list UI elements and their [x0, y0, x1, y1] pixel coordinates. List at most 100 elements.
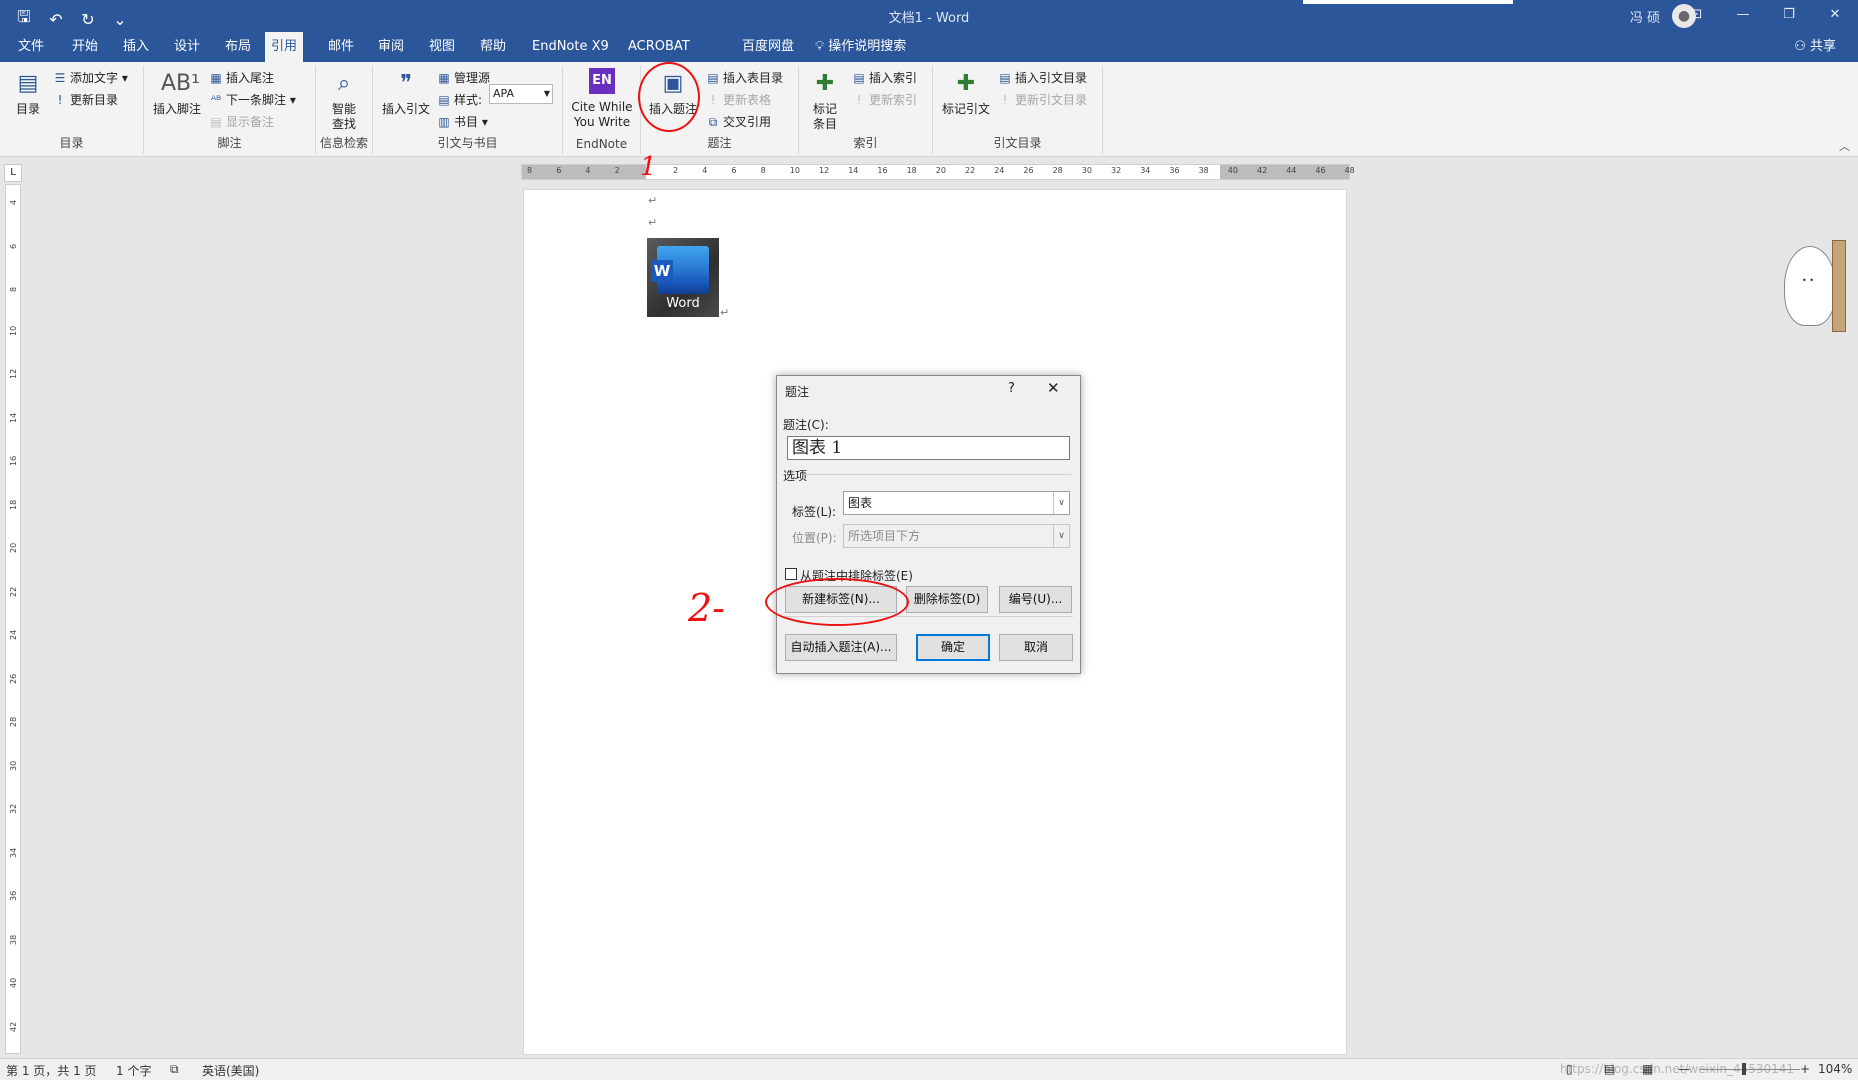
group-label-citations: 引文与书目: [437, 136, 498, 150]
web-layout-icon[interactable]: ▦: [1642, 1062, 1653, 1076]
ruler-tick: 30: [9, 760, 18, 771]
language-indicator[interactable]: 英语(美国): [202, 1062, 259, 1079]
ruler-tick: 22: [9, 586, 18, 597]
ruler-tick: 30: [1081, 166, 1092, 175]
ruler-tick: 34: [1140, 166, 1151, 175]
chevron-down-icon: ∨: [1053, 525, 1069, 547]
footnote-icon: AB¹: [161, 71, 200, 96]
insert-footnote-button[interactable]: AB¹ 插入脚注: [150, 68, 204, 117]
update-toc-button[interactable]: ! 更新目录: [52, 90, 118, 110]
tab-view[interactable]: 视图: [423, 32, 461, 62]
toc-button[interactable]: ▤ 目录: [8, 68, 48, 117]
tab-acrobat[interactable]: ACROBAT: [622, 32, 696, 62]
insert-index-button[interactable]: ▤ 插入索引: [851, 68, 917, 88]
group-label-index: 索引: [853, 136, 878, 150]
update-index-button[interactable]: ! 更新索引: [851, 90, 917, 110]
update-table-button[interactable]: ! 更新表格: [705, 90, 771, 110]
tab-references[interactable]: 引用: [265, 32, 304, 62]
read-mode-icon[interactable]: ▯: [1566, 1062, 1573, 1076]
ruler-tick: 34: [9, 847, 18, 858]
word-count[interactable]: 1 个字: [116, 1062, 151, 1079]
insert-citation-button[interactable]: ❞ 插入引文: [379, 68, 433, 117]
tab-home[interactable]: 开始: [66, 32, 104, 62]
tab-selector[interactable]: L: [4, 164, 22, 182]
tab-design[interactable]: 设计: [168, 32, 206, 62]
insert-table-of-figures-button[interactable]: ▤ 插入表目录: [705, 68, 783, 88]
update-table-icon: !: [710, 93, 716, 107]
ok-button[interactable]: 确定: [916, 634, 990, 661]
ruler-tick: 4: [9, 199, 18, 205]
label-select[interactable]: 图表 ∨: [843, 491, 1070, 515]
dialog-title: 题注: [785, 385, 810, 399]
page-count[interactable]: 第 1 页，共 1 页: [6, 1062, 97, 1079]
vertical-ruler[interactable]: 4 6 8 10 12 14 16 18 20 22 24 26 28 30 32 34 36 38 40 42: [5, 184, 21, 1054]
tab-review[interactable]: 审阅: [372, 32, 410, 62]
group-label-captions: 题注: [707, 136, 732, 150]
smart-lookup-icon: ⌕: [337, 71, 351, 96]
bibliography-button[interactable]: ▥ 书目 ▾: [436, 112, 488, 132]
autocaption-button[interactable]: 自动插入题注(A)...: [785, 634, 897, 661]
ruler-tick: 40: [1227, 166, 1238, 175]
ruler-tick: 10: [9, 325, 18, 336]
ruler-tick: 26: [9, 673, 18, 684]
ribbon-display-options-icon[interactable]: ⊡: [1674, 0, 1720, 32]
show-notes-button[interactable]: ▤ 显示备注: [208, 112, 274, 132]
print-layout-icon[interactable]: ▤: [1604, 1062, 1615, 1076]
close-window-button[interactable]: ✕: [1812, 0, 1858, 32]
collapse-ribbon-icon[interactable]: ︿: [1839, 138, 1850, 154]
annotation-step-1: 1: [640, 152, 657, 182]
zoom-slider[interactable]: [1700, 1069, 1800, 1070]
next-footnote-button[interactable]: ᴬᴮ 下一条脚注 ▾: [208, 90, 296, 110]
exclude-label-checkbox[interactable]: [785, 568, 797, 580]
position-select[interactable]: 所选项目下方 ∨: [843, 524, 1070, 548]
annotation-circle-caption: [638, 62, 700, 132]
insert-endnote-button[interactable]: ▦ 插入尾注: [208, 68, 274, 88]
toc-icon: ▤: [17, 71, 39, 96]
delete-label-button[interactable]: 删除标签(D): [906, 586, 988, 613]
tell-me-search[interactable]: 💡︎ 操作说明搜索: [815, 32, 906, 62]
maximize-button[interactable]: ❐: [1766, 0, 1812, 32]
numbering-button[interactable]: 编号(U)...: [999, 586, 1072, 613]
citation-style-select[interactable]: APA ▼: [489, 84, 553, 104]
smart-lookup-button[interactable]: ⌕ 智能 查找: [322, 68, 366, 132]
tab-baidu-netdisk[interactable]: 百度网盘: [736, 32, 800, 62]
zoom-slider-thumb[interactable]: [1742, 1063, 1746, 1075]
zoom-in-icon[interactable]: +: [1800, 1062, 1810, 1076]
user-name[interactable]: 冯 硕: [1630, 7, 1660, 26]
ruler-tick: 4: [702, 166, 708, 175]
minimize-button[interactable]: —: [1720, 0, 1766, 32]
word-shortcut-image[interactable]: W Word: [647, 238, 719, 317]
ruler-tick: 6: [731, 166, 737, 175]
cite-while-you-write-button[interactable]: EN Cite While You Write: [567, 68, 637, 130]
zoom-out-icon[interactable]: —: [1678, 1062, 1690, 1076]
share-button[interactable]: ⚇ 共享: [1794, 32, 1836, 62]
ribbon: ▤ 目录 ☰ 添加文字 ▾ ! 更新目录 目录 AB¹ 插入脚注 ▦ 插入尾注 ᴬᴮ 下一条…: [0, 62, 1858, 157]
help-button[interactable]: ?: [1008, 381, 1015, 396]
ruler-tick: 8: [760, 166, 766, 175]
tab-layout[interactable]: 布局: [219, 32, 257, 62]
proofing-icon[interactable]: ⧉: [170, 1062, 179, 1077]
group-label-endnote: EndNote: [575, 137, 628, 151]
insert-toa-button[interactable]: ▤ 插入引文目录: [997, 68, 1087, 88]
group-endnote: EN Cite While You Write EndNote: [563, 66, 641, 154]
caption-input[interactable]: 图表 1: [787, 436, 1070, 460]
mark-entry-button[interactable]: ✚ 标记 条目: [805, 68, 845, 132]
tab-file[interactable]: 文件: [12, 32, 50, 62]
show-notes-icon: ▤: [210, 115, 222, 129]
zoom-level[interactable]: 104%: [1818, 1062, 1852, 1076]
add-text-button[interactable]: ☰ 添加文字 ▾: [52, 68, 128, 88]
mark-citation-button[interactable]: ✚ 标记引文: [939, 68, 993, 117]
cross-reference-button[interactable]: ⧉ 交叉引用: [705, 112, 771, 132]
tab-insert[interactable]: 插入: [117, 32, 155, 62]
cancel-button[interactable]: 取消: [999, 634, 1073, 661]
tab-endnote[interactable]: EndNote X9: [526, 32, 615, 62]
manage-sources-button[interactable]: ▦ 管理源: [436, 68, 490, 88]
update-toa-icon: !: [1002, 93, 1008, 107]
update-toa-button[interactable]: ! 更新引文目录: [997, 90, 1087, 110]
tab-mailings[interactable]: 邮件: [322, 32, 360, 62]
sticker-face: • •: [1802, 276, 1814, 285]
ruler-tick: 38: [9, 934, 18, 945]
ruler-tick: 4: [585, 166, 591, 175]
dialog-close-button[interactable]: ✕: [1047, 379, 1060, 397]
tab-help[interactable]: 帮助: [474, 32, 512, 62]
